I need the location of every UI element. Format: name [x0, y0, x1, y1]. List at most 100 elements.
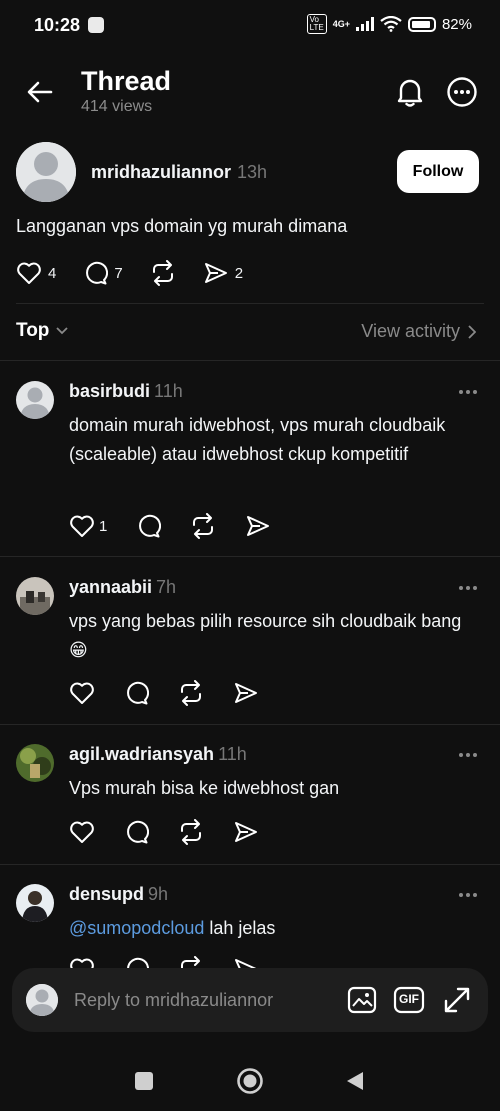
comment-icon [127, 681, 149, 705]
notification-button[interactable] [392, 74, 428, 110]
photo-avatar-icon [16, 884, 54, 922]
comment-icon [139, 514, 162, 538]
reply-author-name[interactable]: agil.wadriansyah [69, 744, 214, 764]
send-icon [247, 516, 270, 536]
heart-icon [70, 682, 94, 704]
triangle-back-icon [347, 1072, 363, 1090]
default-avatar-icon [26, 984, 58, 1016]
gif-button[interactable]: GIF [393, 984, 425, 1016]
reply-actions: 1 [69, 513, 299, 539]
repost-button[interactable] [177, 819, 205, 845]
reply-text: @sumopodcloud lah jelas [69, 914, 469, 943]
home-button[interactable] [235, 1066, 265, 1096]
follow-button[interactable]: Follow [397, 150, 479, 193]
like-count: 1 [99, 517, 108, 535]
image-attach-button[interactable] [346, 984, 378, 1016]
photo-avatar-icon [16, 744, 54, 782]
send-icon [204, 263, 227, 283]
share-button[interactable]: 2 [203, 261, 243, 285]
send-icon [235, 683, 257, 703]
reply-more-button[interactable] [456, 888, 480, 902]
share-button[interactable] [233, 681, 259, 705]
share-button[interactable] [233, 820, 259, 844]
author-avatar[interactable] [16, 142, 76, 202]
repost-button[interactable] [189, 513, 217, 539]
reply-more-button[interactable] [456, 385, 480, 399]
view-activity-link[interactable]: View activity [361, 321, 476, 342]
reply-time: 11h [218, 744, 247, 764]
share-count: 2 [234, 264, 244, 282]
reply-author[interactable]: yannaabii 7h [69, 577, 176, 598]
divider [0, 360, 500, 361]
sort-dropdown[interactable]: Top [16, 320, 69, 342]
expand-button[interactable] [441, 984, 473, 1016]
my-avatar [26, 984, 58, 1016]
comment-button[interactable] [123, 680, 149, 706]
like-count: 4 [48, 264, 57, 282]
sort-label: Top [16, 320, 50, 341]
comment-button[interactable] [135, 513, 162, 539]
reply-avatar[interactable] [16, 577, 54, 615]
repost-button[interactable] [149, 260, 177, 286]
repost-icon [152, 260, 173, 286]
reply-avatar[interactable] [16, 381, 54, 419]
heart-icon [70, 515, 94, 537]
reply-author-name[interactable]: basirbudi [69, 381, 150, 401]
reply-avatar[interactable] [16, 744, 54, 782]
reply-time: 11h [154, 381, 183, 401]
post-author-name[interactable]: mridhazuliannor [91, 162, 231, 182]
image-icon [347, 986, 377, 1014]
reply-more-button[interactable] [456, 581, 480, 595]
more-horizontal-icon [459, 586, 477, 590]
gif-label: GIF [399, 992, 419, 1006]
app-notification-icon [88, 17, 104, 33]
post-time: 13h [237, 162, 268, 182]
battery-icon [407, 16, 436, 32]
chevron-right-icon [468, 324, 476, 339]
reply-author-name[interactable]: yannaabii [69, 577, 152, 597]
reply-author[interactable]: agil.wadriansyah 11h [69, 744, 247, 765]
reply-author[interactable]: densupd 9h [69, 884, 168, 905]
wifi-icon [380, 16, 402, 32]
comment-button[interactable]: 7 [82, 260, 123, 286]
more-horizontal-icon [459, 753, 477, 757]
like-button[interactable] [69, 681, 95, 705]
more-options-button[interactable] [444, 74, 480, 110]
like-button[interactable] [69, 820, 95, 844]
status-time: 10:28 [34, 15, 81, 35]
post-author[interactable]: mridhazuliannor 13h [91, 162, 267, 183]
reply-text: Vps murah bisa ke idwebhost gan [69, 778, 340, 798]
like-button[interactable]: 4 [16, 261, 56, 285]
thread-header: Thread 414 views [0, 60, 500, 130]
send-icon [235, 822, 257, 842]
back-button[interactable] [22, 74, 58, 110]
status-bar: 10:28 Vo LTE 4G+ 82% [0, 0, 500, 52]
comment-button[interactable] [123, 819, 149, 845]
reply-avatar[interactable] [16, 884, 54, 922]
page-title: Thread [81, 66, 172, 96]
heart-icon [70, 821, 94, 843]
reply-text: domain murah idwebhost, vps murah cloudb… [69, 415, 446, 464]
reply-author[interactable]: basirbudi 11h [69, 381, 183, 402]
reply-actions [69, 819, 287, 845]
repost-button[interactable] [177, 680, 205, 706]
volte-icon: Vo LTE [306, 14, 327, 34]
back-nav-button[interactable] [340, 1066, 370, 1096]
recents-button[interactable] [129, 1066, 159, 1096]
like-button[interactable]: 1 [69, 514, 107, 538]
reply-author-name[interactable]: densupd [69, 884, 144, 904]
reply-more-button[interactable] [456, 748, 480, 762]
share-button[interactable] [245, 514, 271, 538]
post-actions: 4 7 2 [16, 260, 269, 286]
system-nav-bar [0, 1050, 500, 1111]
heart-icon [17, 262, 41, 284]
comment-icon [86, 261, 109, 285]
network-type: 4G+ [332, 18, 350, 29]
default-avatar-icon [16, 381, 54, 419]
mention-link[interactable]: @sumopodcloud [69, 918, 204, 938]
comment-icon [127, 820, 149, 844]
reply-text-body: lah jelas [204, 918, 276, 938]
photo-avatar-icon [16, 577, 54, 615]
reply-input[interactable] [74, 982, 324, 1018]
more-horizontal-icon [459, 390, 477, 394]
